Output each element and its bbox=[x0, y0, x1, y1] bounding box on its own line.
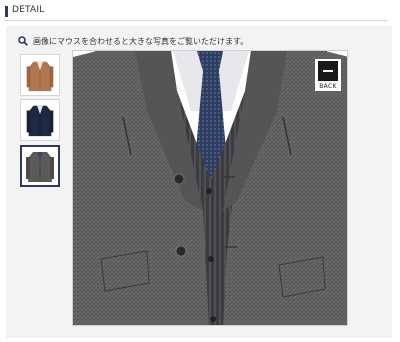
section-header: DETAIL bbox=[4, 4, 388, 21]
navy-coat-thumbnail bbox=[21, 100, 59, 140]
hint: 画像にマウスを合わせると大きな写真をご覧いただけます。 bbox=[18, 34, 248, 48]
gray-coat-thumbnail bbox=[22, 147, 58, 185]
thumbnail-gray-coat[interactable] bbox=[20, 145, 60, 187]
back-label: BACK bbox=[319, 83, 337, 90]
section-bar bbox=[5, 6, 8, 17]
camel-coat-thumbnail bbox=[21, 55, 59, 95]
back-button[interactable]: BACK bbox=[315, 59, 341, 91]
search-icon bbox=[18, 36, 28, 46]
section-title: DETAIL bbox=[12, 5, 45, 15]
hint-text: 画像にマウスを合わせると大きな写真をご覧いただけます。 bbox=[33, 36, 249, 46]
main-image-viewer[interactable]: BACK bbox=[72, 50, 348, 326]
minus-icon bbox=[318, 61, 338, 81]
thumbnail-navy-coat[interactable] bbox=[20, 99, 60, 141]
gray-herringbone-coat-closeup bbox=[73, 51, 347, 325]
thumbnail-camel-coat[interactable] bbox=[20, 54, 60, 96]
